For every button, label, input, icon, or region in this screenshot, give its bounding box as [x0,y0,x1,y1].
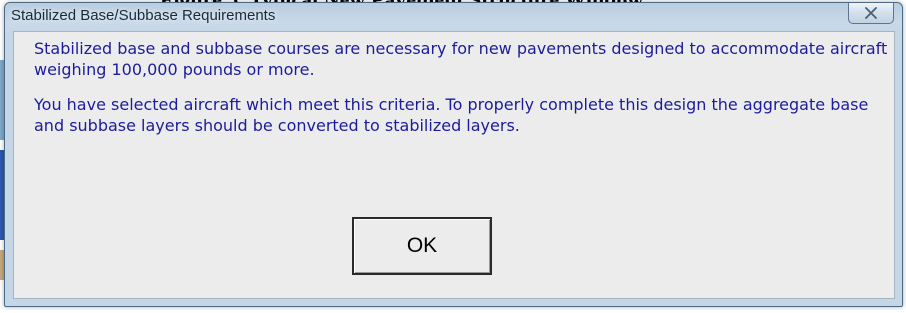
message-paragraph-1: Stabilized base and subbase courses are … [34,39,888,79]
message-area: Stabilized base and subbase courses are … [34,38,889,150]
dialog-body: Stabilized base and subbase courses are … [13,31,895,299]
requirements-dialog: Stabilized Base/Subbase Requirements Sta… [4,2,903,307]
dialog-title-bar[interactable]: Stabilized Base/Subbase Requirements [5,3,902,31]
screenshot-page: Figure 5. Typical New Pavement Structure… [0,0,906,313]
ok-button[interactable]: OK [352,217,492,275]
close-button[interactable] [848,3,894,24]
dialog-title: Stabilized Base/Subbase Requirements [11,7,276,24]
close-icon [864,7,878,19]
message-paragraph-2: You have selected aircraft which meet th… [34,95,869,135]
